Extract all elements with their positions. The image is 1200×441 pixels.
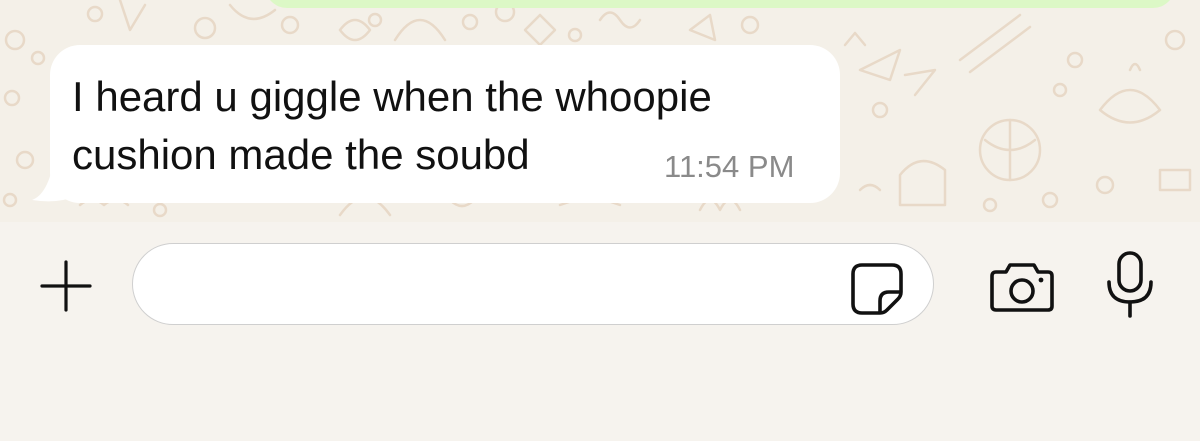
message-timestamp: 11:54 PM (664, 149, 795, 184)
message-input-container[interactable] (132, 243, 934, 325)
message-text-line: I heard u giggle when the whoopie (72, 73, 712, 120)
chat-area[interactable]: I heard u giggle when the whoopie cushio… (0, 0, 1200, 222)
camera-icon[interactable] (988, 262, 1056, 314)
plus-icon[interactable] (36, 256, 96, 316)
message-input[interactable] (163, 260, 847, 310)
sticker-icon[interactable] (848, 260, 906, 318)
outgoing-message-bubble-edge (265, 0, 1175, 8)
microphone-icon[interactable] (1104, 250, 1156, 320)
